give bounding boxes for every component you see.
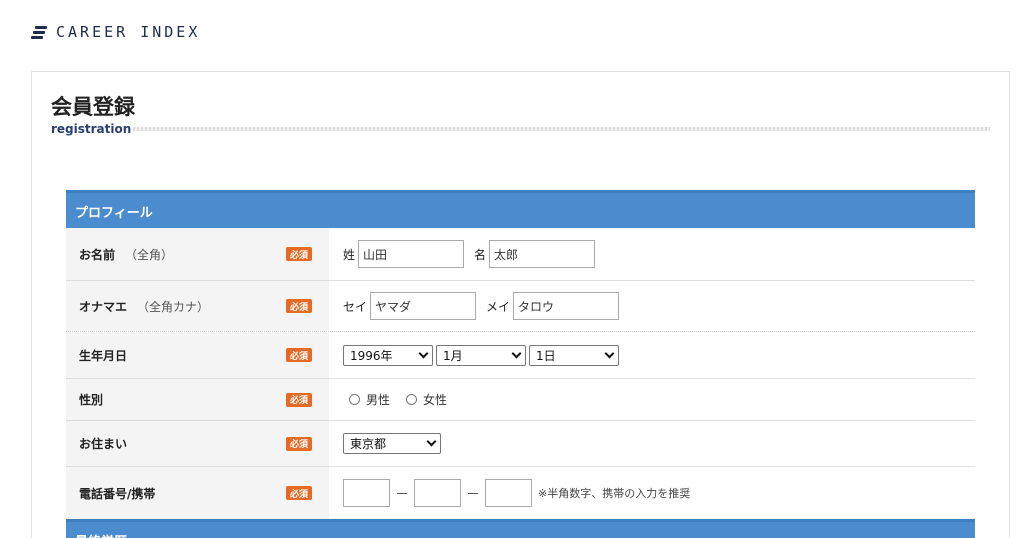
- radio-icon[interactable]: [406, 394, 418, 405]
- dash-separator: [397, 492, 407, 494]
- field-label-gender: 性別: [79, 393, 104, 407]
- registration-card: 会員登録 registration プロフィール お名前 （全角） 必須 姓 山…: [31, 71, 1010, 538]
- first-name-kana-input[interactable]: タロウ: [513, 292, 620, 320]
- last-name-prefix: 姓: [343, 247, 356, 262]
- prefecture-value: 東京都: [350, 437, 387, 451]
- prefecture-select[interactable]: 東京都: [343, 433, 441, 454]
- birth-month-value: 1月: [443, 348, 463, 363]
- field-value-cell: 姓 山田 名 太郎: [329, 228, 975, 280]
- birth-day-select[interactable]: 1日: [529, 344, 619, 366]
- field-label-phone: 電話番号/携帯: [79, 486, 156, 501]
- required-badge: 必須: [286, 486, 312, 500]
- page-title: 会員登録: [51, 95, 135, 119]
- gender-female-option[interactable]: 女性: [406, 391, 447, 408]
- brand-name: CAREER INDEX: [56, 23, 201, 41]
- gender-male-option[interactable]: 男性: [349, 391, 390, 408]
- first-name-prefix: 名: [474, 247, 487, 262]
- field-label-cell: 電話番号/携帯 必須: [66, 467, 329, 519]
- birth-year-select[interactable]: 1996年: [343, 344, 433, 366]
- form-row-name: お名前 （全角） 必須 姓 山田 名 太郎: [66, 228, 975, 281]
- birth-month-select[interactable]: 1月: [436, 344, 526, 366]
- field-label-name: お名前: [79, 247, 116, 262]
- gender-female-label: 女性: [423, 393, 448, 407]
- chevron-down-icon: [511, 348, 522, 358]
- field-value-cell: 男性 女性: [329, 379, 975, 420]
- last-name-kana-input[interactable]: ヤマダ: [370, 292, 477, 320]
- form-row-phone: 電話番号/携帯 必須 ※半角数字、携帯の入力を推奨: [66, 467, 975, 519]
- brand-logo[interactable]: CAREER INDEX: [31, 23, 200, 41]
- last-name-input[interactable]: 山田: [358, 240, 465, 268]
- field-label-cell: オナマエ （全角カナ） 必須: [66, 281, 329, 331]
- form-row-kana: オナマエ （全角カナ） 必須 セイ ヤマダ メイ タロウ: [66, 281, 975, 332]
- required-badge: 必須: [286, 299, 312, 313]
- form-row-birthday: 生年月日 必須 1996年 1月 1日: [66, 332, 975, 379]
- field-value-cell: セイ ヤマダ メイ タロウ: [329, 281, 975, 331]
- field-label-cell: 生年月日 必須: [66, 332, 329, 378]
- required-badge: 必須: [286, 247, 312, 261]
- birth-day-value: 1日: [536, 348, 556, 363]
- page-subtitle: registration: [51, 122, 132, 136]
- phone-hint: ※半角数字、携帯の入力を推奨: [538, 487, 691, 500]
- field-value-cell: 1996年 1月 1日: [329, 332, 975, 378]
- dash-separator: [468, 492, 478, 494]
- required-badge: 必須: [286, 348, 312, 362]
- first-name-input[interactable]: 太郎: [489, 240, 596, 268]
- gender-male-label: 男性: [366, 393, 391, 407]
- last-name-kana-prefix: セイ: [343, 299, 368, 314]
- first-name-kana-prefix: メイ: [486, 299, 511, 314]
- registration-form: プロフィール お名前 （全角） 必須 姓 山田 名 太郎 オナマエ （全角カナ）…: [66, 190, 975, 538]
- form-row-address: お住まい 必須 東京都: [66, 421, 975, 467]
- field-label-address: お住まい: [79, 437, 128, 451]
- birth-year-value: 1996年: [350, 348, 393, 363]
- logo-icon: [31, 26, 47, 39]
- required-badge: 必須: [286, 436, 312, 451]
- chevron-down-icon: [426, 436, 437, 447]
- subtitle-divider: [133, 127, 990, 131]
- section-header-profile: プロフィール: [66, 190, 975, 228]
- phone-part1-input[interactable]: [343, 479, 390, 507]
- field-label-note: （全角カナ）: [137, 299, 210, 314]
- field-label-birthday: 生年月日: [79, 348, 128, 363]
- section-header-education: 最終学歴: [66, 519, 975, 538]
- phone-part3-input[interactable]: [485, 479, 532, 507]
- field-label-kana: オナマエ: [79, 299, 128, 314]
- field-label-cell: お名前 （全角） 必須: [66, 228, 329, 280]
- required-badge: 必須: [286, 392, 312, 407]
- field-label-cell: お住まい 必須: [66, 421, 329, 466]
- field-value-cell: ※半角数字、携帯の入力を推奨: [329, 467, 975, 519]
- radio-icon[interactable]: [349, 394, 360, 405]
- field-value-cell: 東京都: [329, 421, 975, 466]
- chevron-down-icon: [418, 348, 429, 358]
- field-label-note: （全角）: [125, 247, 174, 262]
- field-label-cell: 性別 必須: [66, 379, 329, 420]
- chevron-down-icon: [604, 348, 615, 358]
- phone-part2-input[interactable]: [414, 479, 461, 507]
- form-row-gender: 性別 必須 男性 女性: [66, 379, 975, 421]
